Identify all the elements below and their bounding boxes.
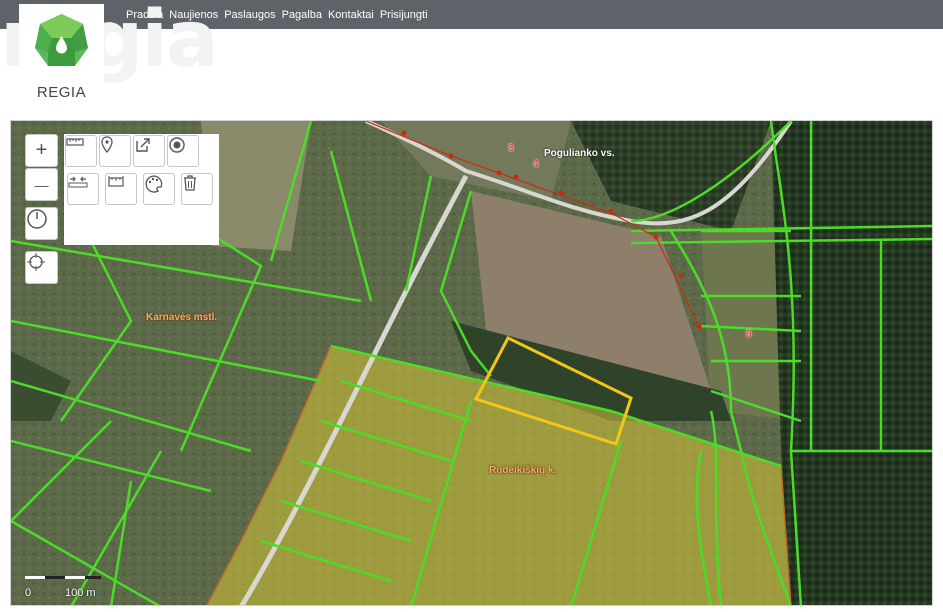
minus-icon: —: [34, 176, 49, 193]
compass-button[interactable]: [26, 208, 57, 239]
share-icon: [136, 138, 150, 152]
map-view[interactable]: Karnavės mstl. Rudeikiškių k. Pogulianko…: [10, 120, 933, 606]
nav-link-contacts[interactable]: Kontaktai: [328, 9, 374, 21]
logo-text: REGIA: [36, 84, 87, 101]
delete-button[interactable]: [182, 174, 212, 204]
scale-distance-label: 100 m: [65, 587, 96, 599]
top-navigation-bar: Pradžia Naujienos Paslaugos Pagalba Kont…: [0, 0, 943, 29]
locate-button[interactable]: [26, 252, 57, 283]
area-measure-icon: [108, 176, 124, 187]
label-parcel-4: 4: [533, 159, 539, 170]
compass-icon: [27, 209, 47, 229]
target-icon: [169, 137, 185, 153]
label-rudeikiskiu: Rudeikiškių k.: [489, 465, 557, 476]
width-measure-icon: [68, 176, 88, 188]
tool-panel: [64, 134, 219, 245]
label-parcel-3: 3: [508, 143, 514, 154]
header-area: [0, 29, 943, 119]
nav-link-news[interactable]: Naujienos: [169, 9, 218, 21]
nav-link-login[interactable]: Prisijungti: [380, 9, 428, 21]
map-pin-icon: [101, 136, 113, 154]
nav-link-home[interactable]: Pradžia: [126, 9, 163, 21]
logo-icon: [35, 14, 88, 66]
label-karnave: Karnavės mstl.: [146, 312, 218, 323]
scale-bar: 0 100 m: [25, 573, 105, 601]
zoom-in-button[interactable]: +: [26, 135, 57, 166]
main-nav: Pradžia Naujienos Paslaugos Pagalba Kont…: [126, 0, 428, 29]
nav-link-help[interactable]: Pagalba: [282, 9, 322, 21]
zoom-out-button[interactable]: —: [26, 169, 57, 200]
plus-icon: +: [35, 139, 48, 161]
palette-icon: [145, 175, 163, 193]
measure-width-button[interactable]: [68, 174, 98, 204]
crosshair-icon: [27, 253, 45, 271]
color-tool-button[interactable]: [144, 174, 174, 204]
share-button[interactable]: [134, 136, 164, 166]
scale-zero-label: 0: [25, 587, 32, 599]
trash-icon: [184, 175, 196, 191]
label-parcel-9: 9: [746, 329, 752, 340]
measure-area-button[interactable]: [106, 174, 136, 204]
measure-distance-button[interactable]: [66, 136, 96, 166]
ruler-icon: [66, 138, 84, 146]
label-pogulianko: Pogulianko vs.: [544, 148, 615, 159]
place-marker-button[interactable]: [100, 136, 130, 166]
identify-button[interactable]: [168, 136, 198, 166]
site-logo[interactable]: REGIA: [19, 4, 104, 101]
nav-link-services[interactable]: Paslaugos: [224, 9, 275, 21]
